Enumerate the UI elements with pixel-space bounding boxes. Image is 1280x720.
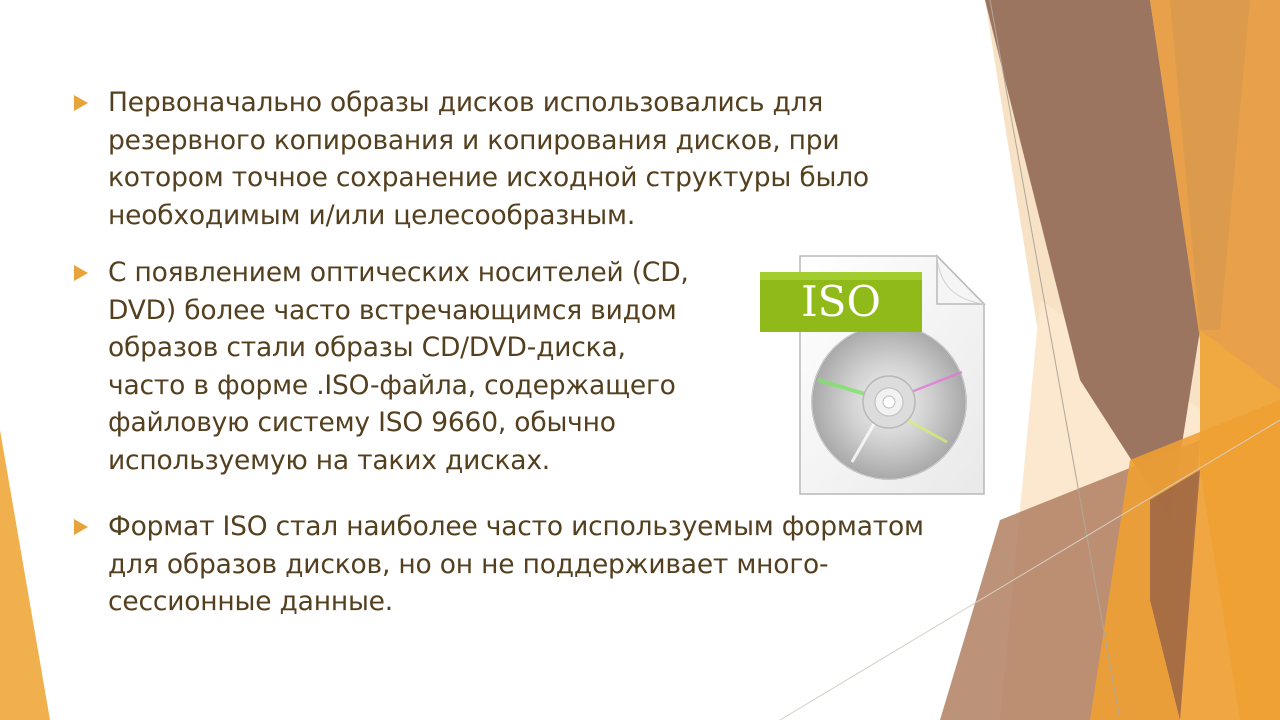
disc-graphic <box>811 324 967 480</box>
bullet-1-line-4: необходимым и/или целесообразным. <box>108 199 636 231</box>
bullet-arrow-icon <box>74 95 88 111</box>
bullet-2-line-4: часто в форме .ISO-файла, содержащего <box>108 369 676 401</box>
bullet-2-line-1: С появлением оптических носителей (CD, <box>108 257 689 288</box>
bullet-1-line-3: котором точное сохранение исходной струк… <box>108 162 869 193</box>
bullet-1-line-2: резервного копирования и копирования дис… <box>108 124 840 156</box>
iso-disc-file-icon: ISO <box>760 254 986 495</box>
bullet-2-line-2: DVD) более часто встречающимся видом <box>108 294 677 326</box>
bullet-arrow-icon <box>74 265 88 281</box>
bullet-3-line-2: для образов дисков, но он не поддерживае… <box>108 548 829 580</box>
bullet-item-2: С появлением оптических носителей (CD, D… <box>74 254 748 479</box>
bullet-2-line-3: образов стали образы CD/DVD-диска, <box>108 332 626 363</box>
bullet-1-line-1: Первоначально образы дисков использовали… <box>108 87 824 118</box>
left-accent-facet <box>0 430 50 720</box>
iso-badge-label: ISO <box>801 277 881 326</box>
bullet-3-line-3: сессионные данные. <box>108 586 394 617</box>
bullet-3-line-1: Формат ISO стал наиболее часто используе… <box>108 511 924 542</box>
bullet-2-line-6: используемую на таких дисках. <box>108 444 551 476</box>
bullet-arrow-icon <box>74 519 88 535</box>
bullet-item-1: Первоначально образы дисков использовали… <box>74 84 928 234</box>
bullet-2-line-5: файловую систему ISO 9660, обычно <box>108 407 616 438</box>
bullet-item-3: Формат ISO стал наиболее часто используе… <box>74 508 1008 621</box>
